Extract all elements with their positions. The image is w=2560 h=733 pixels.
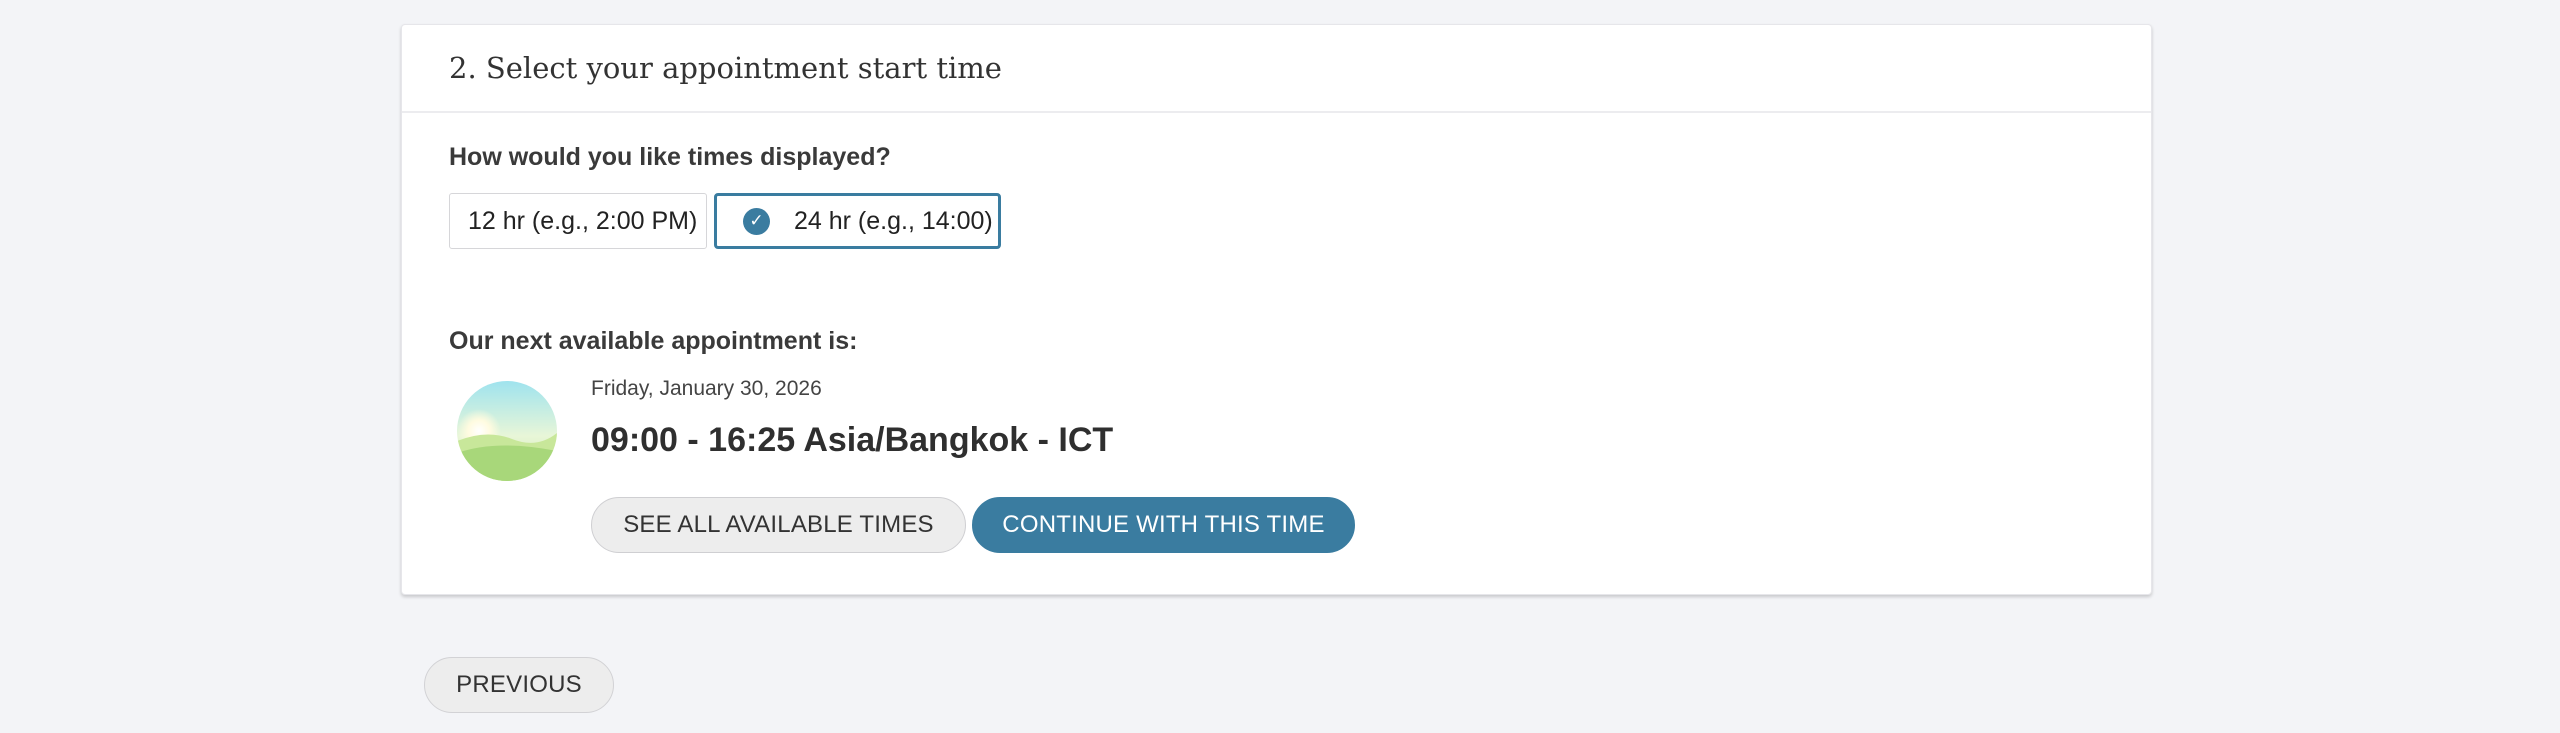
format-12hr-option[interactable]: 12 hr (e.g., 2:00 PM) — [449, 193, 707, 249]
next-available-label: Our next available appointment is: — [449, 327, 858, 355]
time-format-question: How would you like times displayed? — [449, 143, 891, 171]
continue-button[interactable]: CONTINUE WITH THIS TIME — [972, 497, 1355, 553]
step-title: 2. Select your appointment start time — [449, 51, 1002, 85]
appointment-date: Friday, January 30, 2026 — [591, 377, 822, 400]
format-12hr-label: 12 hr (e.g., 2:00 PM) — [468, 206, 698, 235]
see-all-times-button[interactable]: SEE ALL AVAILABLE TIMES — [591, 497, 966, 553]
appointment-time: 09:00 - 16:25 Asia/Bangkok - ICT — [591, 421, 1114, 459]
check-circle-icon: ✓ — [743, 207, 770, 235]
format-24hr-option[interactable]: ✓ 24 hr (e.g., 14:00) — [714, 193, 1001, 249]
format-24hr-label: 24 hr (e.g., 14:00) — [794, 206, 993, 235]
previous-button[interactable]: PREVIOUS — [424, 657, 614, 713]
sunrise-icon — [457, 381, 557, 481]
appointment-time-card: 2. Select your appointment start time Ho… — [401, 24, 2152, 595]
card-header: 2. Select your appointment start time — [402, 25, 2151, 113]
